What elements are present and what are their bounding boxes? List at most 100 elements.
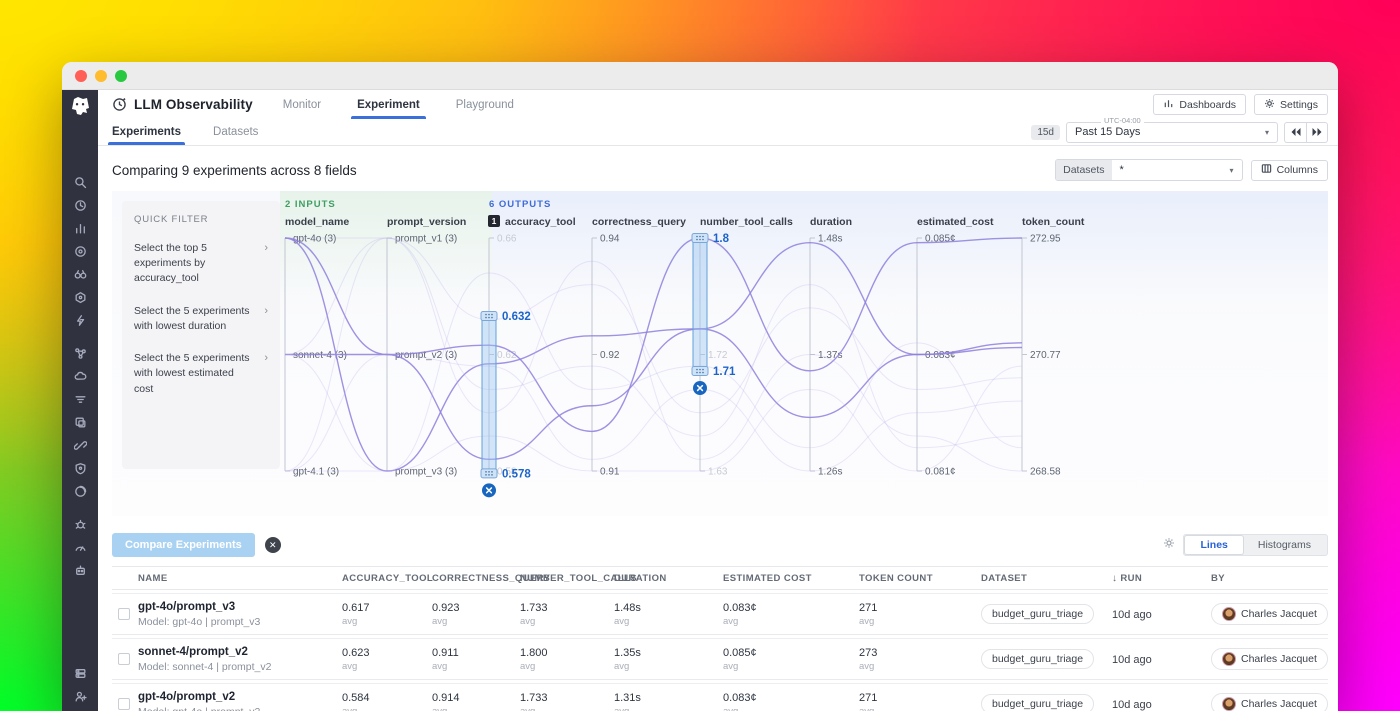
llm-observability-icon[interactable] — [73, 563, 87, 577]
comparison-title: Comparing 9 experiments across 8 fields — [112, 163, 357, 178]
toggle-histograms[interactable]: Histograms — [1243, 536, 1326, 554]
infrastructure-icon[interactable] — [73, 290, 87, 304]
brush-handle[interactable] — [692, 367, 708, 376]
svg-text:1.48s: 1.48s — [818, 234, 842, 245]
invite-user-icon[interactable] — [73, 689, 87, 703]
datasets-filter-select[interactable]: Datasets * ▾ — [1055, 159, 1242, 181]
svg-text:0.632: 0.632 — [502, 311, 531, 323]
experiment-line[interactable] — [285, 238, 1022, 431]
dashboards-button[interactable]: Dashboards — [1153, 94, 1246, 115]
dashboards-icon — [1163, 98, 1174, 112]
row-checkbox[interactable] — [118, 653, 130, 665]
row-checkbox[interactable] — [118, 608, 130, 620]
ci-pipelines-icon[interactable] — [73, 438, 87, 452]
avatar — [1222, 607, 1236, 621]
compare-experiments-button[interactable]: Compare Experiments — [112, 533, 255, 557]
svg-text:0.62: 0.62 — [497, 350, 517, 361]
settings-button[interactable]: Settings — [1254, 94, 1328, 115]
experiment-line[interactable] — [285, 366, 1022, 471]
synthetics-icon[interactable] — [73, 484, 87, 498]
dataset-pill[interactable]: budget_guru_triage — [981, 694, 1094, 711]
brush-handle[interactable] — [481, 469, 497, 478]
history-icon[interactable] — [73, 198, 87, 212]
axis-brush-selection[interactable] — [482, 316, 496, 473]
chart-settings-icon[interactable] — [1163, 536, 1175, 554]
time-range-chip[interactable]: 15d — [1031, 125, 1060, 140]
tab-monitor[interactable]: Monitor — [283, 90, 321, 119]
zoom-window-button[interactable] — [115, 70, 127, 82]
minimize-window-button[interactable] — [95, 70, 107, 82]
user-pill[interactable]: Charles Jacquet — [1211, 693, 1328, 711]
header-tabs: Monitor Experiment Playground — [283, 90, 514, 119]
experiment-line[interactable] — [285, 238, 1022, 459]
app-header: LLM Observability Monitor Experiment Pla… — [98, 90, 1338, 119]
network-icon[interactable] — [73, 346, 87, 360]
quick-filter-panel: QUICK FILTER Select the top 5 experiment… — [122, 201, 280, 469]
columns-button[interactable]: Columns — [1251, 160, 1328, 181]
table-row[interactable]: sonnet-4/prompt_v2Model: sonnet-4 | prom… — [112, 638, 1328, 680]
search-icon[interactable] — [73, 175, 87, 189]
page-title: LLM Observability — [134, 97, 253, 112]
svg-text:number_tool_calls: number_tool_calls — [700, 216, 793, 228]
experiments-table: NAME ACCURACY_TOOL CORRECTNESS_QUERY NUM… — [112, 566, 1328, 711]
tab-experiments[interactable]: Experiments — [112, 119, 181, 145]
axis-brush-selection[interactable] — [693, 238, 707, 371]
time-range-picker[interactable]: UTC-04:00 Past 15 Days ▾ — [1066, 122, 1278, 143]
parallel-coordinates-svg[interactable]: 2 INPUTS6 OUTPUTSmodel_nameprompt_versio… — [280, 191, 1328, 516]
table-row[interactable]: gpt-4o/prompt_v3Model: gpt-4o | prompt_v… — [112, 593, 1328, 635]
chevron-right-icon: › — [264, 304, 268, 317]
svg-text:6 OUTPUTS: 6 OUTPUTS — [489, 199, 551, 210]
watchdog-icon[interactable] — [73, 267, 87, 281]
security-icon[interactable] — [73, 461, 87, 475]
logs-icon[interactable] — [73, 392, 87, 406]
dashboards-icon[interactable] — [73, 221, 87, 235]
time-forward-button[interactable] — [1306, 122, 1328, 143]
table-row[interactable]: gpt-4o/prompt_v2Model: gpt-4o | prompt_v… — [112, 683, 1328, 711]
row-checkbox[interactable] — [118, 698, 130, 710]
svg-text:prompt_v3 (3): prompt_v3 (3) — [395, 467, 457, 478]
parallel-coordinates-chart[interactable]: 2 INPUTS6 OUTPUTSmodel_nameprompt_versio… — [280, 191, 1328, 516]
app-window: LLM Observability Monitor Experiment Pla… — [62, 62, 1338, 711]
brush-handle[interactable] — [481, 312, 497, 321]
svg-text:268.58: 268.58 — [1030, 467, 1061, 478]
error-tracking-icon[interactable] — [73, 517, 87, 531]
time-back-button[interactable] — [1284, 122, 1306, 143]
table-header-row: NAME ACCURACY_TOOL CORRECTNESS_QUERY NUM… — [112, 566, 1328, 590]
datadog-logo[interactable] — [68, 95, 92, 119]
tab-datasets[interactable]: Datasets — [213, 119, 258, 145]
chevron-down-icon: ▾ — [1265, 128, 1269, 137]
svg-text:correctness_query: correctness_query — [592, 216, 686, 228]
rum-icon[interactable] — [73, 415, 87, 429]
svg-text:token_count: token_count — [1022, 216, 1085, 228]
clear-selection-button[interactable]: ✕ — [265, 537, 281, 553]
dataset-pill[interactable]: budget_guru_triage — [981, 649, 1094, 669]
dataset-pill[interactable]: budget_guru_triage — [981, 604, 1094, 624]
experiment-line[interactable] — [285, 273, 1022, 471]
svg-text:prompt_version: prompt_version — [387, 216, 466, 228]
svg-text:0.92: 0.92 — [600, 350, 620, 361]
svg-text:gpt-4.1 (3): gpt-4.1 (3) — [293, 467, 339, 478]
experiment-line[interactable] — [285, 355, 1022, 472]
serverless-icon[interactable] — [73, 313, 87, 327]
quick-filter-lowest-duration[interactable]: Select the 5 experiments with lowest dur… — [134, 304, 268, 334]
profiling-icon[interactable] — [73, 540, 87, 554]
window-titlebar — [62, 62, 1338, 90]
apm-icon[interactable] — [73, 244, 87, 258]
svg-text:270.77: 270.77 — [1030, 350, 1061, 361]
user-pill[interactable]: Charles Jacquet — [1211, 603, 1328, 625]
toggle-lines[interactable]: Lines — [1185, 536, 1242, 554]
run-column-header[interactable]: ↓RUN — [1112, 573, 1211, 584]
user-pill[interactable]: Charles Jacquet — [1211, 648, 1328, 670]
svg-text:272.95: 272.95 — [1030, 234, 1061, 245]
quick-filter-top5-accuracy[interactable]: Select the top 5 experiments by accuracy… — [134, 241, 268, 287]
sub-navigation: Experiments Datasets 15d UTC-04:00 Past … — [98, 119, 1338, 146]
close-window-button[interactable] — [75, 70, 87, 82]
quick-filter-lowest-cost[interactable]: Select the 5 experiments with lowest est… — [134, 351, 268, 397]
brush-handle[interactable] — [692, 234, 708, 243]
svg-text:model_name: model_name — [285, 216, 349, 228]
tab-experiment[interactable]: Experiment — [357, 90, 420, 119]
tab-playground[interactable]: Playground — [456, 90, 514, 119]
cloud-icon[interactable] — [73, 369, 87, 383]
quick-filter-title: QUICK FILTER — [134, 214, 268, 225]
org-settings-icon[interactable] — [73, 666, 87, 680]
